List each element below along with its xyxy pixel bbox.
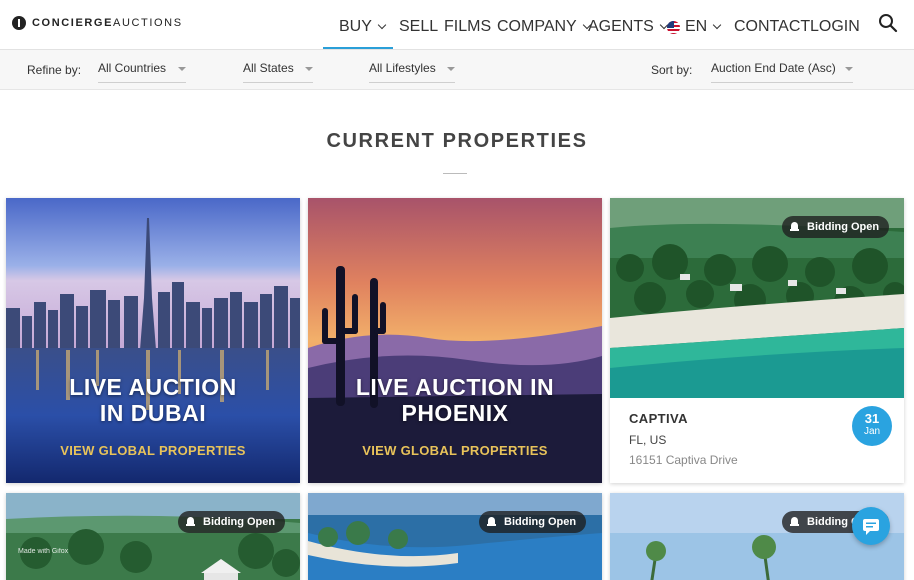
nav-sell[interactable]: SELL — [399, 18, 438, 36]
property-address: 16151 Captiva Drive — [629, 453, 738, 467]
property-photo — [308, 493, 602, 580]
auction-month: Jan — [863, 426, 881, 437]
chevron-down-icon — [377, 20, 387, 30]
nav-active-indicator — [323, 47, 393, 49]
refine-label: Refine by: — [27, 63, 82, 77]
lifestyle-select-value: All Lifestyles — [369, 61, 436, 75]
caret-down-icon — [178, 67, 186, 71]
bidding-open-badge: Bidding Open — [178, 511, 286, 533]
sort-select-value: Auction End Date (Asc) — [711, 61, 836, 75]
promo-card-dubai[interactable]: LIVE AUCTION IN DUBAI VIEW GLOBAL PROPER… — [6, 198, 300, 483]
us-flag-icon — [667, 20, 680, 34]
country-select[interactable]: All Countries — [98, 61, 186, 83]
logo-icon — [12, 16, 26, 30]
nav-language-label: EN — [685, 18, 708, 35]
property-card[interactable]: Bidding Open — [6, 493, 300, 580]
caret-down-icon — [305, 67, 313, 71]
badge-label: Bidding Open — [203, 516, 276, 528]
desert-sunset-image — [308, 198, 602, 483]
bell-icon — [186, 517, 195, 527]
state-select-value: All States — [243, 61, 294, 75]
promo-headline: LIVE AUCTION IN DUBAI — [69, 374, 237, 426]
caret-down-icon — [447, 67, 455, 71]
auction-day: 31 — [864, 411, 880, 426]
gifox-watermark: Made with Gifox — [18, 548, 69, 555]
chat-icon — [863, 519, 879, 535]
search-icon[interactable] — [878, 13, 898, 33]
bell-icon — [790, 222, 799, 232]
nav-buy[interactable]: BUY — [339, 18, 387, 36]
site-header: CONCIERGEAUCTIONS BUY SELL FILMS COMPANY… — [0, 0, 914, 50]
sort-select[interactable]: Auction End Date (Asc) — [711, 61, 853, 83]
property-photo — [6, 493, 300, 580]
view-global-properties-link[interactable]: VIEW GLOBAL PROPERTIES — [308, 443, 602, 458]
nav-company-label: COMPANY — [497, 18, 577, 35]
filter-bar: Refine by: All Countries All States All … — [0, 50, 914, 90]
property-card[interactable]: Bidding Open — [308, 493, 602, 580]
property-card-captiva[interactable]: Bidding Open CAPTIVA FL, US 16151 Captiv… — [610, 198, 904, 483]
lifestyle-select[interactable]: All Lifestyles — [369, 61, 455, 83]
nav-login-label: LOGIN — [810, 18, 860, 35]
chat-button[interactable] — [852, 507, 890, 545]
badge-label: Bidding Open — [504, 516, 577, 528]
nav-language[interactable]: EN — [667, 18, 722, 36]
property-state: FL, US — [629, 433, 667, 447]
nav-films[interactable]: FILMS — [444, 18, 491, 36]
nav-contact[interactable]: CONTACT — [734, 18, 810, 36]
logo-text-bold: CONCIERGE — [32, 17, 114, 29]
nav-agents-label: AGENTS — [588, 18, 654, 35]
nav-login[interactable]: LOGIN — [810, 18, 860, 36]
badge-label: Bidding Open — [807, 221, 880, 233]
bidding-open-badge: Bidding Open — [479, 511, 587, 533]
title-divider — [443, 173, 467, 174]
section-title: CURRENT PROPERTIES — [326, 130, 588, 152]
bell-icon — [487, 517, 496, 527]
property-info: CAPTIVA FL, US 16151 Captiva Drive 31 Ja… — [610, 398, 904, 483]
country-select-value: All Countries — [98, 61, 167, 75]
nav-agents[interactable]: AGENTS — [588, 18, 669, 36]
dubai-skyline-image — [6, 198, 300, 483]
nav-contact-label: CONTACT — [734, 18, 811, 35]
nav-buy-label: BUY — [339, 18, 372, 35]
sort-label: Sort by: — [651, 63, 693, 77]
nav-company[interactable]: COMPANY — [497, 18, 591, 36]
nav-sell-label: SELL — [399, 18, 439, 35]
logo-text-light: AUCTIONS — [113, 17, 183, 29]
property-city: CAPTIVA — [629, 411, 688, 426]
bidding-open-badge: Bidding Open — [782, 216, 890, 238]
auction-date-badge: 31 Jan — [852, 406, 892, 446]
view-global-properties-link[interactable]: VIEW GLOBAL PROPERTIES — [6, 443, 300, 458]
caret-down-icon — [845, 67, 853, 71]
chevron-down-icon — [712, 20, 722, 30]
nav-films-label: FILMS — [444, 18, 492, 35]
bell-icon — [790, 517, 799, 527]
logo[interactable]: CONCIERGEAUCTIONS — [12, 16, 183, 30]
state-select[interactable]: All States — [243, 61, 313, 83]
promo-headline: LIVE AUCTION IN PHOENIX — [355, 374, 555, 426]
promo-card-phoenix[interactable]: LIVE AUCTION IN PHOENIX VIEW GLOBAL PROP… — [308, 198, 602, 483]
